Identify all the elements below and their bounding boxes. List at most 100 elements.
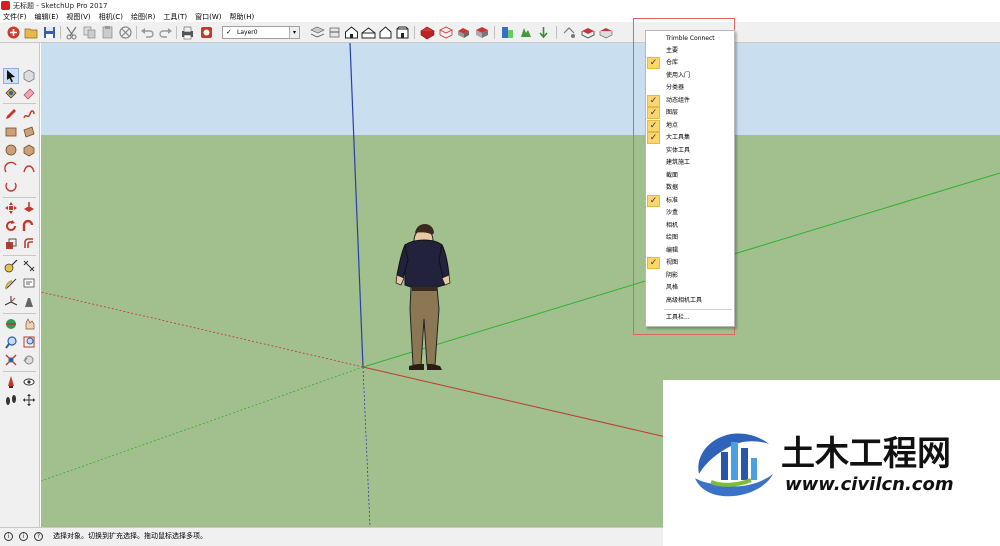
help-icon[interactable]: ?: [34, 532, 43, 541]
rotated-rectangle-icon[interactable]: [22, 125, 36, 139]
menu-item-toolbars[interactable]: 工具栏...: [646, 312, 734, 324]
undo-icon[interactable]: [140, 25, 155, 40]
menu-camera[interactable]: 相机(C): [99, 12, 123, 22]
menu-item-data[interactable]: 数据: [646, 182, 734, 194]
interact-icon[interactable]: [518, 25, 533, 40]
cut-icon[interactable]: [64, 25, 79, 40]
menu-item-styles[interactable]: 风格: [646, 282, 734, 294]
offset-icon[interactable]: [22, 237, 36, 251]
arc-icon[interactable]: [4, 161, 18, 175]
erase-icon[interactable]: [118, 25, 133, 40]
position-camera-icon[interactable]: [4, 375, 18, 389]
scale-icon[interactable]: [4, 237, 18, 251]
credits-icon[interactable]: i: [19, 532, 28, 541]
open-icon[interactable]: [24, 25, 39, 40]
paste-icon[interactable]: [100, 25, 115, 40]
warehouse-icon[interactable]: [420, 25, 435, 40]
text-icon[interactable]: [22, 277, 36, 291]
zoom-icon[interactable]: [4, 335, 18, 349]
look-around-icon[interactable]: [22, 375, 36, 389]
menu-item-drawing[interactable]: 绘图: [646, 232, 734, 244]
chevron-down-icon[interactable]: ▾: [289, 27, 299, 38]
section-plane-icon[interactable]: [22, 393, 36, 407]
check-icon: ✓: [647, 120, 660, 132]
3d-text-icon[interactable]: [22, 295, 36, 309]
menu-draw[interactable]: 绘图(R): [131, 12, 155, 22]
menu-item-construction[interactable]: 建筑施工: [646, 157, 734, 169]
menu-item-layers[interactable]: ✓ 图层: [646, 107, 734, 119]
menu-help[interactable]: 帮助(H): [229, 12, 254, 22]
add-location-icon[interactable]: [580, 25, 595, 40]
section-icon[interactable]: [327, 25, 342, 40]
two-point-arc-icon[interactable]: [22, 161, 36, 175]
print-icon[interactable]: [180, 25, 195, 40]
push-pull-icon[interactable]: [22, 201, 36, 215]
menu-file[interactable]: 文件(F): [3, 12, 27, 22]
rectangle-icon[interactable]: [4, 125, 18, 139]
layer-dropdown[interactable]: ✓ Layer0 ▾: [222, 26, 300, 39]
walk-icon[interactable]: [4, 393, 18, 407]
paint-bucket-icon[interactable]: [4, 86, 18, 100]
dynamic-component-icon[interactable]: [500, 25, 515, 40]
front-view-icon[interactable]: [378, 25, 393, 40]
polygon-icon[interactable]: [22, 143, 36, 157]
previous-icon[interactable]: [22, 353, 36, 367]
menu-item-solid-tools[interactable]: 实体工具: [646, 145, 734, 157]
select-icon[interactable]: [3, 68, 19, 84]
layer-manager-icon[interactable]: [310, 25, 325, 40]
pencil-icon[interactable]: [4, 107, 18, 121]
sketchup-app-icon[interactable]: [1, 1, 10, 10]
three-point-arc-icon[interactable]: [4, 179, 18, 193]
orbit-icon[interactable]: [4, 317, 18, 331]
share-model-icon[interactable]: [438, 25, 453, 40]
redo-icon[interactable]: [158, 25, 173, 40]
circle-icon[interactable]: [4, 143, 18, 157]
component-icon[interactable]: [22, 69, 36, 83]
save-icon[interactable]: [42, 25, 57, 40]
move-icon[interactable]: [4, 201, 18, 215]
protractor-icon[interactable]: [4, 277, 18, 291]
menu-item-large-tool-set[interactable]: ✓ 大工具集: [646, 132, 734, 144]
menu-edit[interactable]: 编辑(E): [35, 12, 59, 22]
menu-item-camera[interactable]: 相机: [646, 220, 734, 232]
get-started-icon[interactable]: [6, 25, 21, 40]
follow-me-icon[interactable]: [22, 219, 36, 233]
rotate-icon[interactable]: [4, 219, 18, 233]
menu-item-warehouse[interactable]: ✓ 仓库: [646, 57, 734, 69]
copy-icon[interactable]: [82, 25, 97, 40]
iso-view-icon[interactable]: [344, 25, 359, 40]
menu-view[interactable]: 视图(V): [66, 12, 90, 22]
menu-item-views[interactable]: ✓ 视图: [646, 257, 734, 269]
menu-item-shadows[interactable]: 阴影: [646, 270, 734, 282]
options-icon[interactable]: [536, 25, 551, 40]
menu-item-section[interactable]: 截面: [646, 170, 734, 182]
tape-measure-icon[interactable]: [4, 259, 18, 273]
top-view-icon[interactable]: [361, 25, 376, 40]
zoom-extents-icon[interactable]: [4, 353, 18, 367]
right-view-icon[interactable]: [395, 25, 410, 40]
geolocation-icon[interactable]: i: [4, 532, 13, 541]
menu-item-sandbox[interactable]: 沙盒: [646, 207, 734, 219]
menu-item-standard[interactable]: ✓ 标准: [646, 195, 734, 207]
pan-icon[interactable]: [22, 317, 36, 331]
menu-item-dynamic-components[interactable]: ✓ 动态组件: [646, 95, 734, 107]
dimension-icon[interactable]: [22, 259, 36, 273]
menu-item-edit[interactable]: 编辑: [646, 245, 734, 257]
freehand-icon[interactable]: [22, 107, 36, 121]
menu-item-location[interactable]: ✓ 地点: [646, 120, 734, 132]
terrain-icon[interactable]: [598, 25, 613, 40]
zoom-window-icon[interactable]: [22, 335, 36, 349]
location-icon[interactable]: [562, 25, 577, 40]
menu-item-trimble-connect[interactable]: Trimble Connect: [646, 33, 734, 45]
menu-tools[interactable]: 工具(T): [163, 12, 187, 22]
menu-item-principal[interactable]: 主要: [646, 45, 734, 57]
eraser-icon[interactable]: [22, 86, 36, 100]
extension-icon[interactable]: [474, 25, 489, 40]
menu-item-classifier[interactable]: 分类器: [646, 82, 734, 94]
menu-window[interactable]: 窗口(W): [195, 12, 221, 22]
components-icon[interactable]: [456, 25, 471, 40]
menu-item-getting-started[interactable]: 使用入门: [646, 70, 734, 82]
axes-icon[interactable]: [4, 295, 18, 309]
menu-item-advanced-camera-tools[interactable]: 高级相机工具: [646, 295, 734, 307]
model-info-icon[interactable]: [199, 25, 214, 40]
